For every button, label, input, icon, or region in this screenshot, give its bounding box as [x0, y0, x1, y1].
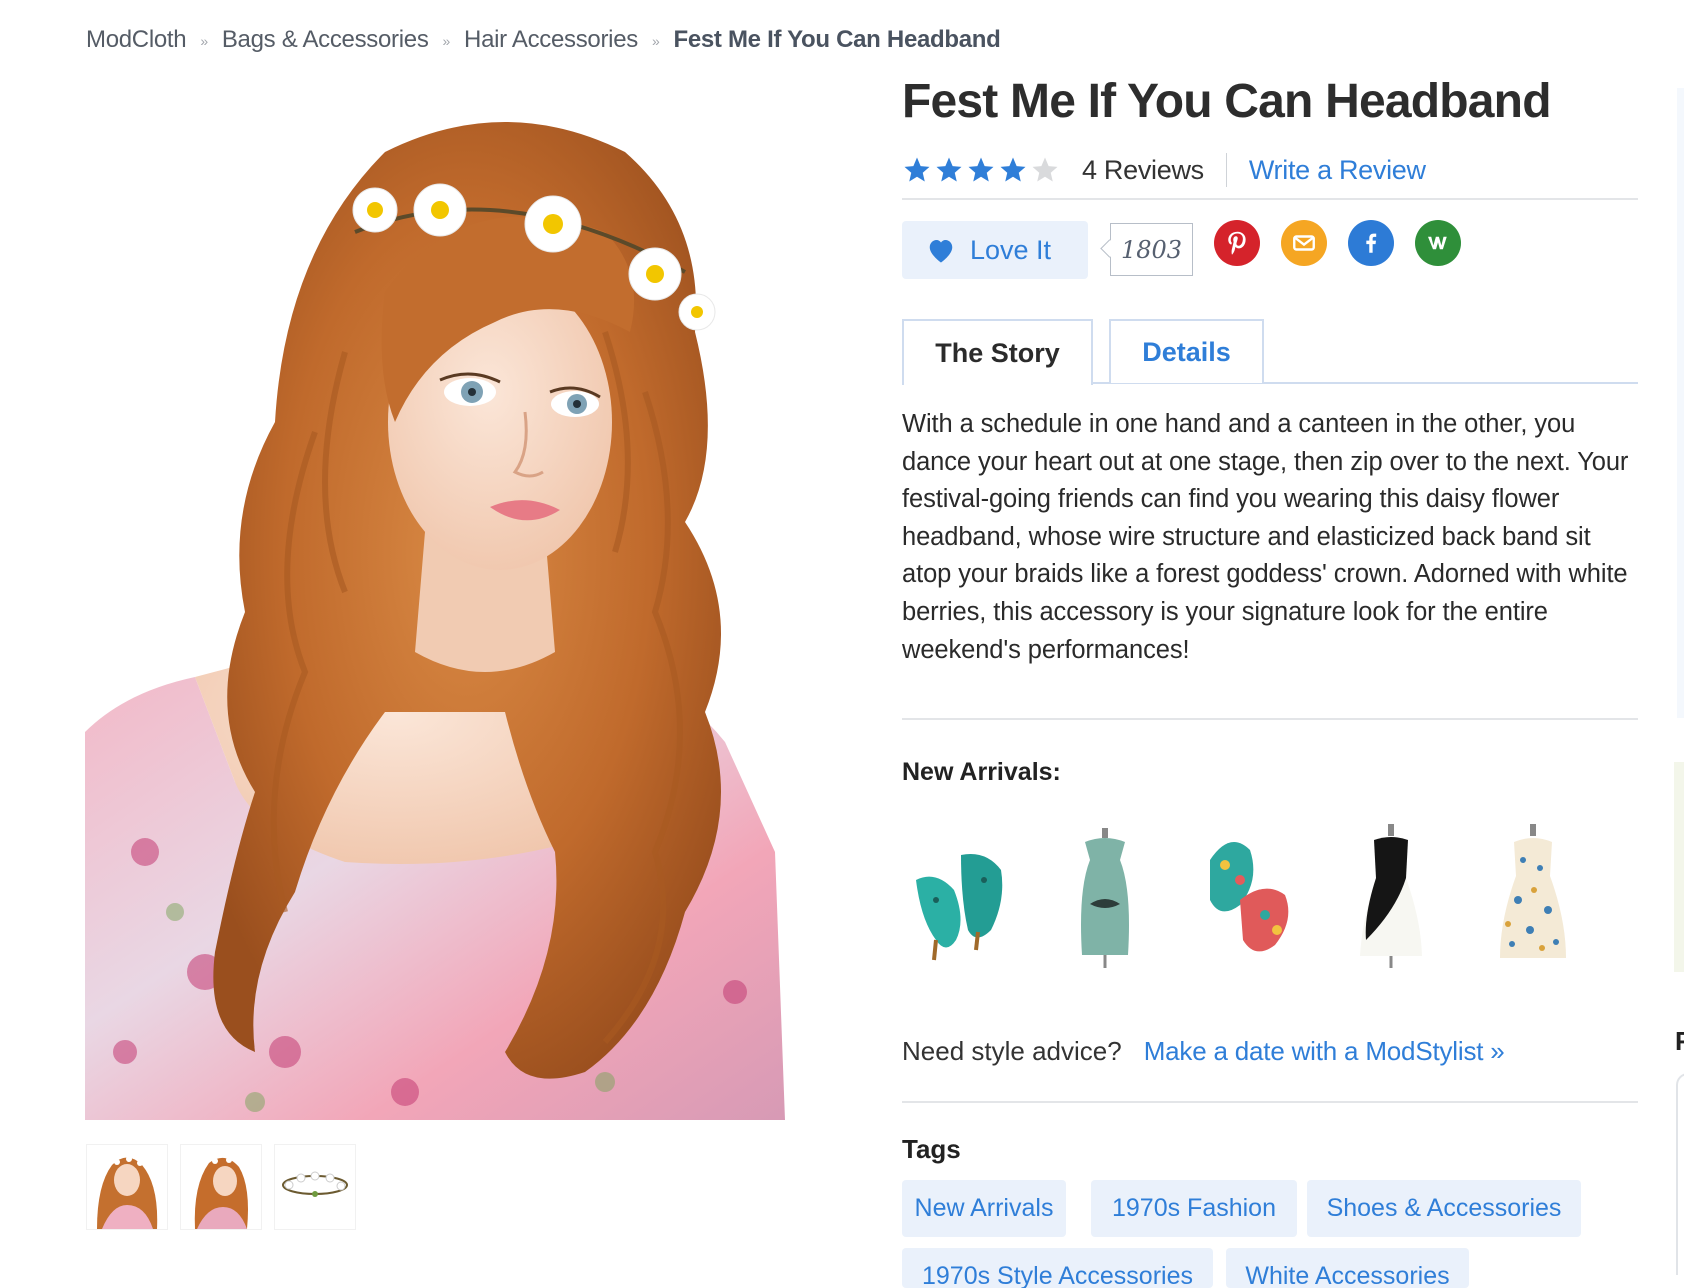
style-advice-question: Need style advice?	[902, 1036, 1122, 1066]
thumbnail-side[interactable]	[180, 1144, 262, 1230]
right-panel-heading-fragment: F	[1675, 1026, 1684, 1056]
love-it-button[interactable]: Love It	[902, 221, 1088, 279]
modstylist-link[interactable]: Make a date with a ModStylist »	[1144, 1036, 1505, 1067]
new-arrival-floral-sandals[interactable]	[1195, 820, 1305, 970]
new-arrival-black-white-dress[interactable]	[1336, 820, 1446, 970]
right-panel-edge	[1674, 762, 1684, 972]
email-share-button[interactable]	[1281, 220, 1327, 266]
tag-new-arrivals[interactable]: New Arrivals	[902, 1180, 1066, 1237]
star-icon	[1000, 157, 1026, 182]
breadcrumb-item-modcloth[interactable]: ModCloth	[86, 26, 187, 54]
tag-shoes-accessories[interactable]: Shoes & Accessories	[1307, 1180, 1581, 1237]
breadcrumb: ModCloth » Bags & Accessories » Hair Acc…	[86, 26, 1001, 54]
tag-white-accessories[interactable]: White Accessories	[1226, 1248, 1469, 1288]
love-it-label: Love It	[970, 234, 1052, 265]
star-icon	[936, 157, 962, 182]
star-rating[interactable]	[902, 155, 1060, 185]
star-empty-icon	[1032, 157, 1058, 182]
tab-details[interactable]: Details	[1109, 319, 1264, 383]
divider	[902, 1101, 1638, 1103]
product-story-text: With a schedule in one hand and a cantee…	[902, 410, 1629, 664]
breadcrumb-separator: »	[651, 33, 660, 49]
write-review-link[interactable]: Write a Review	[1249, 155, 1426, 186]
right-panel-edge	[1676, 1073, 1684, 1275]
product-title: Fest Me If You Can Headband	[902, 75, 1552, 128]
divider	[902, 198, 1638, 200]
new-arrivals-title: New Arrivals:	[902, 758, 1061, 786]
right-panel-edge	[1677, 88, 1684, 718]
tag-1970s-style-accessories[interactable]: 1970s Style Accessories	[902, 1248, 1213, 1288]
wanelo-icon	[1428, 236, 1447, 250]
heart-icon	[929, 240, 953, 263]
facebook-icon	[1366, 233, 1377, 253]
wanelo-share-button[interactable]	[1415, 220, 1461, 266]
new-arrival-teal-tank-top[interactable]	[1050, 820, 1160, 970]
rating-row: 4 Reviews Write a Review	[902, 150, 1426, 190]
breadcrumb-separator: »	[200, 33, 208, 49]
tab-the-story[interactable]: The Story	[902, 319, 1093, 385]
facebook-share-button[interactable]	[1348, 220, 1394, 266]
product-main-image[interactable]	[85, 92, 815, 1120]
new-arrival-floral-print-dress[interactable]	[1478, 820, 1588, 970]
reviews-count[interactable]: 4 Reviews	[1082, 155, 1204, 186]
star-icon	[904, 157, 930, 182]
style-advice-row: Need style advice? Make a date with a Mo…	[902, 1036, 1505, 1067]
tag-1970s-fashion[interactable]: 1970s Fashion	[1091, 1180, 1297, 1237]
star-icon	[968, 157, 994, 182]
divider	[902, 718, 1638, 720]
tags-title: Tags	[902, 1134, 961, 1164]
pinterest-icon	[1228, 231, 1246, 255]
image-thumbnails	[86, 1144, 356, 1230]
thumbnail-headband[interactable]	[274, 1144, 356, 1230]
breadcrumb-item-hair-accessories[interactable]: Hair Accessories	[464, 26, 638, 54]
breadcrumb-item-bags-accessories[interactable]: Bags & Accessories	[222, 26, 429, 54]
divider	[1225, 153, 1227, 187]
pinterest-share-button[interactable]	[1214, 220, 1260, 266]
email-icon	[1293, 235, 1315, 251]
new-arrival-teal-flats[interactable]	[906, 820, 1016, 970]
breadcrumb-separator: »	[442, 33, 451, 49]
breadcrumb-current: Fest Me If You Can Headband	[673, 26, 1001, 53]
model-photo	[85, 122, 785, 1120]
thumbnail-front[interactable]	[86, 1144, 168, 1230]
love-count: 1803	[1110, 223, 1193, 276]
